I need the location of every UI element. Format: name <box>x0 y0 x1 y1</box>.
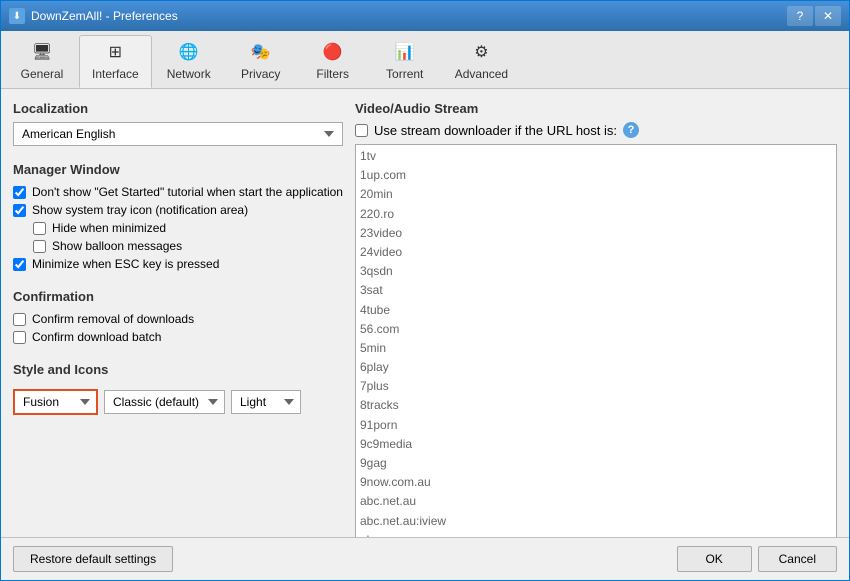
checkbox-system-tray-label: Show system tray icon (notification area… <box>32 203 248 217</box>
list-item: abc.net.au:iview <box>360 512 832 531</box>
tab-advanced-label: Advanced <box>455 67 508 81</box>
manager-window-section: Manager Window Don't show "Get Started" … <box>13 162 343 273</box>
checkbox-hide-minimized-label: Hide when minimized <box>52 221 166 235</box>
style-row: Fusion Windows Breeze Classic (default) … <box>13 389 343 415</box>
checkbox-confirm-removal-input[interactable] <box>13 313 26 326</box>
manager-window-title: Manager Window <box>13 162 343 177</box>
list-item: 1tv <box>360 147 832 166</box>
preferences-window: ⬇ DownZemAll! - Preferences ? ✕ 🖥 Genera… <box>0 0 850 581</box>
right-panel: Video/Audio Stream Use stream downloader… <box>355 101 837 525</box>
localization-title: Localization <box>13 101 343 116</box>
general-icon: 🖥 <box>30 40 54 64</box>
tab-interface[interactable]: ⊞ Interface <box>79 35 152 88</box>
tab-torrent[interactable]: 📊 Torrent <box>370 35 440 88</box>
checkbox-confirm-batch-input[interactable] <box>13 331 26 344</box>
list-item: 220.ro <box>360 205 832 224</box>
list-item: 8tracks <box>360 396 832 415</box>
style-icons-title: Style and Icons <box>13 362 343 377</box>
tab-privacy-label: Privacy <box>241 67 280 81</box>
stream-checkbox-label: Use stream downloader if the URL host is… <box>374 123 617 138</box>
icons-select[interactable]: Classic (default) Modern Flat <box>104 390 225 414</box>
list-item: 9now.com.au <box>360 473 832 492</box>
tab-advanced[interactable]: ⚙ Advanced <box>442 35 521 88</box>
title-bar: ⬇ DownZemAll! - Preferences ? ✕ <box>1 1 849 31</box>
checkbox-system-tray-input[interactable] <box>13 204 26 217</box>
list-item: 3sat <box>360 281 832 300</box>
list-item: 1up.com <box>360 166 832 185</box>
ok-button[interactable]: OK <box>677 546 752 572</box>
checkbox-minimize-esc-label: Minimize when ESC key is pressed <box>32 257 219 271</box>
language-select[interactable]: American English British English French … <box>13 122 343 146</box>
tab-general[interactable]: 🖥 General <box>7 35 77 88</box>
list-item: 24video <box>360 243 832 262</box>
list-item: 9c9media <box>360 435 832 454</box>
tab-filters[interactable]: 🔴 Filters <box>298 35 368 88</box>
checkbox-confirm-removal-label: Confirm removal of downloads <box>32 312 194 326</box>
window-title: DownZemAll! - Preferences <box>31 9 787 23</box>
advanced-icon: ⚙ <box>469 40 493 64</box>
list-item: 20min <box>360 185 832 204</box>
tab-network[interactable]: 🌐 Network <box>154 35 224 88</box>
stream-checkbox-row: Use stream downloader if the URL host is… <box>355 122 837 138</box>
list-item: 5min <box>360 339 832 358</box>
checkbox-hide-minimized: Hide when minimized <box>13 219 343 237</box>
interface-icon: ⊞ <box>103 40 127 64</box>
checkbox-confirm-batch-label: Confirm download batch <box>32 330 161 344</box>
localization-section: Localization American English British En… <box>13 101 343 146</box>
list-item: 6play <box>360 358 832 377</box>
left-panel: Localization American English British En… <box>13 101 343 525</box>
stream-host-list[interactable]: 1tv 1up.com 20min 220.ro 23video 24video… <box>355 144 837 537</box>
checkbox-no-tutorial: Don't show "Get Started" tutorial when s… <box>13 183 343 201</box>
video-audio-title: Video/Audio Stream <box>355 101 837 116</box>
checkbox-balloon-msgs-label: Show balloon messages <box>52 239 182 253</box>
confirmation-title: Confirmation <box>13 289 343 304</box>
list-item: 23video <box>360 224 832 243</box>
list-item: 7plus <box>360 377 832 396</box>
tab-filters-label: Filters <box>316 67 349 81</box>
tab-network-label: Network <box>167 67 211 81</box>
checkbox-no-tutorial-input[interactable] <box>13 186 26 199</box>
checkbox-minimize-esc-input[interactable] <box>13 258 26 271</box>
footer: Restore default settings OK Cancel <box>1 537 849 580</box>
cancel-button[interactable]: Cancel <box>758 546 837 572</box>
tab-torrent-label: Torrent <box>386 67 423 81</box>
theme-select[interactable]: Light Dark Auto <box>231 390 301 414</box>
toolbar: 🖥 General ⊞ Interface 🌐 Network 🎭 Privac… <box>1 31 849 89</box>
checkbox-confirm-batch: Confirm download batch <box>13 328 343 346</box>
close-button[interactable]: ✕ <box>815 6 841 26</box>
list-item: 4tube <box>360 301 832 320</box>
tab-privacy[interactable]: 🎭 Privacy <box>226 35 296 88</box>
tab-interface-label: Interface <box>92 67 139 81</box>
list-item: 3qsdn <box>360 262 832 281</box>
help-icon[interactable]: ? <box>623 122 639 138</box>
footer-right: OK Cancel <box>677 546 837 572</box>
network-icon: 🌐 <box>177 40 201 64</box>
checkbox-system-tray: Show system tray icon (notification area… <box>13 201 343 219</box>
torrent-icon: 📊 <box>393 40 417 64</box>
list-item: 91porn <box>360 416 832 435</box>
checkbox-minimize-esc: Minimize when ESC key is pressed <box>13 255 343 273</box>
list-item: abc.net.au <box>360 492 832 511</box>
title-buttons: ? ✕ <box>787 6 841 26</box>
style-icons-section: Style and Icons Fusion Windows Breeze Cl… <box>13 362 343 415</box>
help-button[interactable]: ? <box>787 6 813 26</box>
list-item: 56.com <box>360 320 832 339</box>
checkbox-hide-minimized-input[interactable] <box>33 222 46 235</box>
app-icon: ⬇ <box>9 8 25 24</box>
main-content: Localization American English British En… <box>1 89 849 537</box>
tab-general-label: General <box>21 67 64 81</box>
video-audio-section: Video/Audio Stream Use stream downloader… <box>355 101 837 537</box>
checkbox-confirm-removal: Confirm removal of downloads <box>13 310 343 328</box>
list-item: 9gag <box>360 454 832 473</box>
stream-checkbox-input[interactable] <box>355 124 368 137</box>
checkbox-balloon-msgs: Show balloon messages <box>13 237 343 255</box>
checkbox-balloon-msgs-input[interactable] <box>33 240 46 253</box>
filters-icon: 🔴 <box>321 40 345 64</box>
checkbox-no-tutorial-label: Don't show "Get Started" tutorial when s… <box>32 185 343 199</box>
privacy-icon: 🎭 <box>249 40 273 64</box>
restore-defaults-button[interactable]: Restore default settings <box>13 546 173 572</box>
style-fusion-select[interactable]: Fusion Windows Breeze <box>13 389 98 415</box>
confirmation-section: Confirmation Confirm removal of download… <box>13 289 343 346</box>
